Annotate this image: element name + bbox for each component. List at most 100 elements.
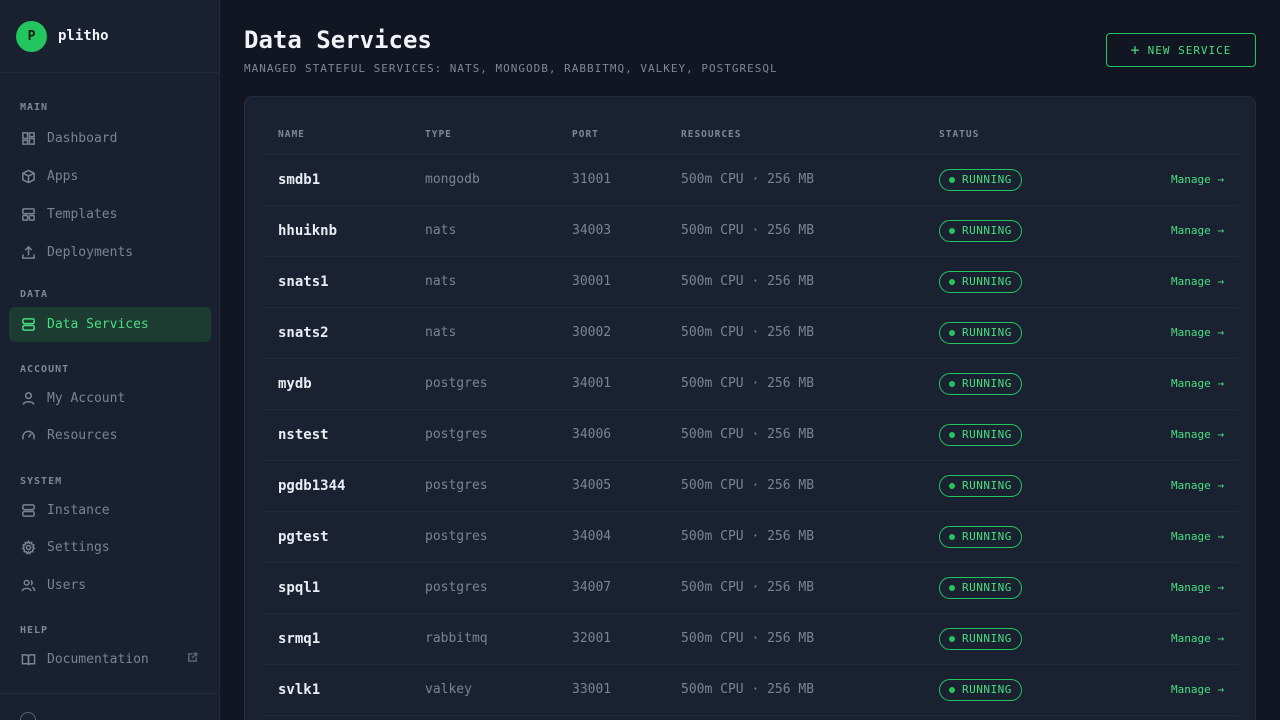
service-type: mongodb: [425, 154, 572, 206]
upload-icon: [20, 244, 36, 260]
table-row[interactable]: snats1 nats 30001 500m CPU · 256 MB RUNNING M…: [264, 256, 1238, 308]
column-header-type[interactable]: TYPE: [425, 116, 572, 155]
sidebar-item-deployments[interactable]: Deployments: [9, 233, 211, 271]
service-resources: 500m CPU · 256 MB: [681, 154, 939, 206]
sidebar-item-apps[interactable]: Apps: [9, 157, 211, 195]
sidebar-item-settings[interactable]: Settings: [9, 529, 211, 566]
new-service-label: NEW SERVICE: [1147, 43, 1232, 57]
external-link-icon: [187, 652, 199, 664]
service-port: 30001: [572, 256, 681, 308]
manage-link[interactable]: Manage →: [1099, 511, 1238, 563]
brand-name: plitho: [58, 28, 109, 44]
table-row[interactable]: srmq1 rabbitmq 32001 500m CPU · 256 MB RUNNI…: [264, 613, 1238, 665]
column-header-port[interactable]: PORT: [572, 116, 681, 155]
service-name: snats2: [264, 307, 425, 359]
sidebar-item-instance[interactable]: Instance: [9, 492, 211, 529]
status-badge: RUNNING: [939, 270, 1022, 293]
service-status: RUNNING: [939, 613, 1099, 665]
service-status: RUNNING: [939, 358, 1099, 410]
service-port: 34001: [572, 358, 681, 410]
manage-link[interactable]: Manage →: [1099, 460, 1238, 512]
service-resources: 500m CPU · 256 MB: [681, 307, 939, 359]
sidebar-item-my-account[interactable]: My Account: [9, 380, 211, 417]
service-name: mydb: [264, 358, 425, 410]
nav-heading: SYSTEM: [20, 476, 63, 487]
sidebar-item-users[interactable]: Users: [9, 566, 211, 604]
service-type: nats: [425, 307, 572, 359]
service-port: 34007: [572, 562, 681, 614]
service-port: 34006: [572, 409, 681, 461]
service-port: 34003: [572, 205, 681, 257]
sidebar-item-label: Apps: [47, 168, 79, 184]
user-avatar-icon[interactable]: [20, 712, 36, 720]
sidebar-item-templates[interactable]: Templates: [9, 195, 211, 233]
nav-heading: MAIN: [20, 102, 49, 113]
service-status: RUNNING: [939, 307, 1099, 359]
service-port: 34004: [572, 511, 681, 563]
manage-link[interactable]: Manage →: [1099, 205, 1238, 257]
service-port: 33001: [572, 664, 681, 716]
manage-link[interactable]: Manage →: [1099, 307, 1238, 359]
column-header-resources[interactable]: RESOURCES: [681, 116, 939, 155]
status-text: RUNNING: [962, 683, 1012, 696]
service-status: RUNNING: [939, 562, 1099, 614]
column-header-actions: [1099, 116, 1238, 155]
nav-section-main: MAIN Dashboard Apps Templates Deployment…: [0, 100, 220, 271]
manage-link[interactable]: Manage →: [1099, 256, 1238, 308]
column-header-status[interactable]: STATUS: [939, 116, 1099, 155]
status-badge: RUNNING: [939, 627, 1022, 650]
service-status: RUNNING: [939, 460, 1099, 512]
table-row[interactable]: pgtest postgres 34004 500m CPU · 256 MB RUNN…: [264, 511, 1238, 563]
table-row[interactable]: snats2 nats 30002 500m CPU · 256 MB RUNNING M…: [264, 307, 1238, 359]
manage-link[interactable]: Manage →: [1099, 562, 1238, 614]
service-type: postgres: [425, 562, 572, 614]
manage-link[interactable]: Manage →: [1099, 409, 1238, 461]
status-dot-icon: [949, 482, 955, 489]
brand[interactable]: P plitho: [0, 0, 219, 73]
sidebar-item-dashboard[interactable]: Dashboard: [9, 119, 211, 157]
table-row[interactable]: smdb1 mongodb 31001 500m CPU · 256 MB RUNNIN…: [264, 154, 1238, 206]
status-text: RUNNING: [962, 326, 1012, 339]
manage-link[interactable]: Manage →: [1099, 664, 1238, 716]
gauge-icon: [20, 428, 36, 444]
manage-link[interactable]: Manage →: [1099, 358, 1238, 410]
nav-section-account: ACCOUNT My Account Resources: [0, 362, 220, 454]
table-row[interactable]: mydb postgres 34001 500m CPU · 256 MB RUNNIN…: [264, 358, 1238, 410]
service-resources: 500m CPU · 256 MB: [681, 511, 939, 563]
gear-icon: [20, 540, 36, 556]
service-name: spql1: [264, 562, 425, 614]
sidebar-item-label: My Account: [47, 391, 126, 406]
book-icon: [20, 652, 36, 668]
manage-link[interactable]: Manage →: [1099, 154, 1238, 206]
nav-heading: ACCOUNT: [20, 364, 70, 375]
column-header-name[interactable]: NAME: [264, 116, 425, 155]
sidebar-item-data-services[interactable]: Data Services: [9, 307, 211, 342]
page-title: Data Services: [244, 26, 432, 54]
brand-logo: P: [16, 20, 47, 52]
manage-link[interactable]: Manage →: [1099, 613, 1238, 665]
layout-icon: [20, 206, 36, 222]
service-resources: 500m CPU · 256 MB: [681, 358, 939, 410]
service-status: RUNNING: [939, 154, 1099, 206]
service-resources: 500m CPU · 256 MB: [681, 409, 939, 461]
service-type: postgres: [425, 511, 572, 563]
sidebar-item-documentation[interactable]: Documentation: [9, 641, 211, 678]
service-resources: 500m CPU · 256 MB: [681, 613, 939, 665]
service-status: RUNNING: [939, 664, 1099, 716]
service-type: postgres: [425, 460, 572, 512]
table-row[interactable]: hhuiknb nats 34003 500m CPU · 256 MB RUNNING…: [264, 205, 1238, 257]
sidebar-item-label: Settings: [47, 540, 110, 555]
table-row[interactable]: spql1 postgres 34007 500m CPU · 256 MB RUNNI…: [264, 562, 1238, 614]
users-icon: [20, 577, 36, 593]
status-dot-icon: [949, 380, 955, 387]
service-name: nstest: [264, 409, 425, 461]
service-port: 34005: [572, 460, 681, 512]
cube-icon: [20, 168, 36, 184]
new-service-button[interactable]: + NEW SERVICE: [1106, 33, 1256, 67]
table-row[interactable]: nstest postgres 34006 500m CPU · 256 MB RUNN…: [264, 409, 1238, 461]
table-row[interactable]: pgdb1344 postgres 34005 500m CPU · 256 MB RU…: [264, 460, 1238, 512]
table-row[interactable]: svlk1 valkey 33001 500m CPU · 256 MB RUNNING…: [264, 664, 1238, 716]
sidebar-item-resources[interactable]: Resources: [9, 417, 211, 454]
service-type: valkey: [425, 664, 572, 716]
table-header-row: NAME TYPE PORT RESOURCES STATUS: [264, 116, 1238, 155]
